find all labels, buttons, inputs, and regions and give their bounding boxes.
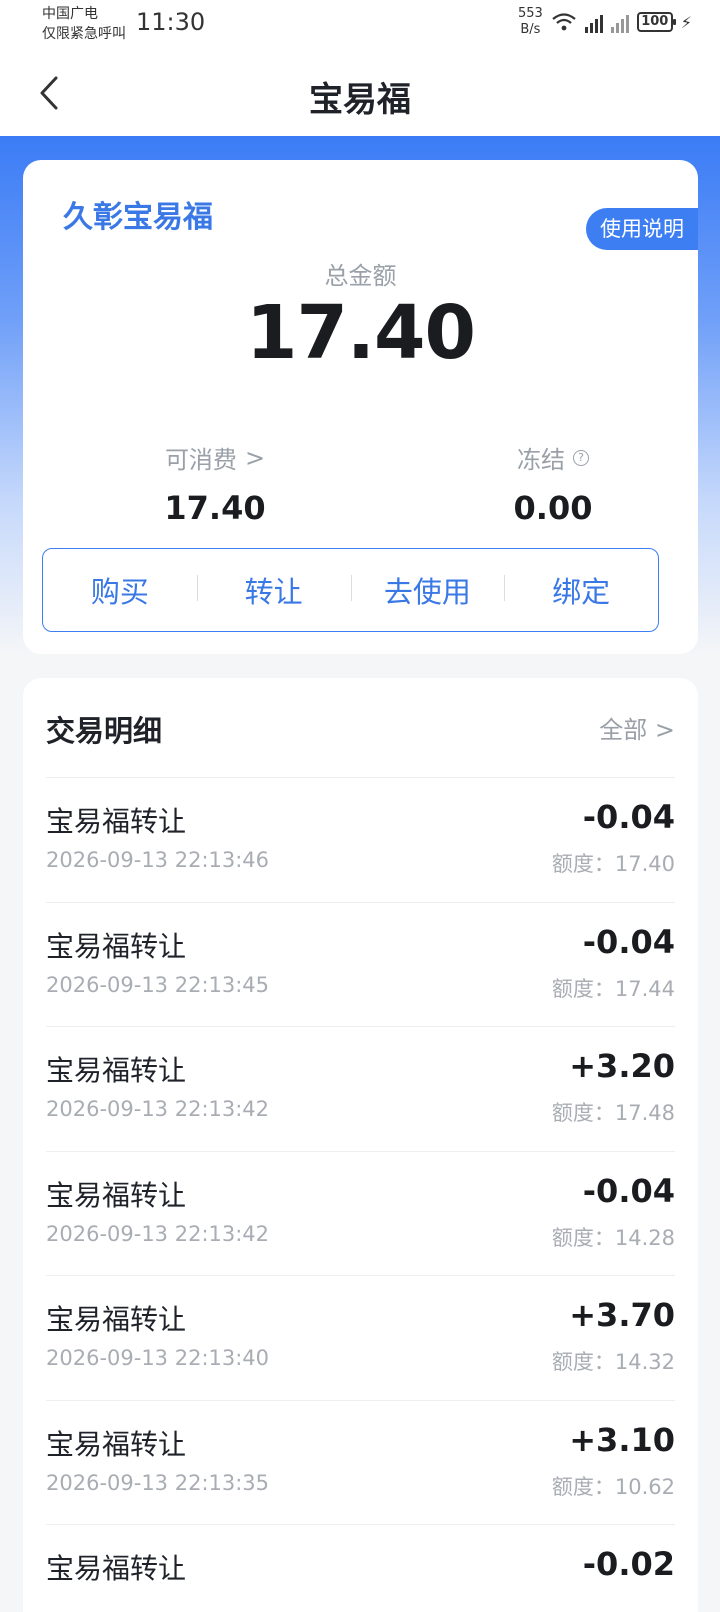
net-speed: 553 B/s <box>518 6 543 38</box>
transaction-time: 2026-09-13 22:13:46 <box>46 848 270 872</box>
transaction-amount: -0.02 <box>582 1545 675 1583</box>
transaction-amount: -0.04 <box>582 922 675 961</box>
balance-value: 10.62 <box>614 1474 675 1499</box>
balance-value: 14.28 <box>614 1225 675 1250</box>
transaction-balance: 额度：17.40 <box>552 848 675 878</box>
carrier-info: 中国广电 仅限紧急呼叫 <box>42 4 126 44</box>
balance-prefix: 额度： <box>551 976 615 1001</box>
transaction-row[interactable]: 宝易福转让 2026-09-13 22:13:35 +3.10 额度：10.62 <box>46 1401 675 1525</box>
signal-5g-icon <box>584 11 603 33</box>
carrier-name: 中国广电 <box>42 6 98 22</box>
transaction-amount: +3.70 <box>569 1296 675 1334</box>
balance-prefix: 额度： <box>551 852 615 876</box>
action-bar: 购买 转让 去使用 绑定 <box>42 548 659 632</box>
transaction-name: 宝易福转让 <box>46 1303 187 1336</box>
card-title: 久彰宝易福 <box>63 200 213 235</box>
chevron-right-icon: > <box>244 443 266 472</box>
transaction-time: 2026-09-13 22:13:42 <box>46 1221 270 1246</box>
balance-value: 17.48 <box>614 1101 675 1125</box>
frozen-value: 0.00 <box>513 489 593 527</box>
balance-value: 14.32 <box>614 1350 675 1374</box>
transfer-button[interactable]: 转让 <box>196 569 351 611</box>
transaction-balance: 额度：14.28 <box>552 1222 675 1252</box>
available-balance[interactable]: 可消费 > 17.40 <box>95 440 335 528</box>
balance-prefix: 额度： <box>551 1101 615 1125</box>
net-speed-unit: B/s <box>520 22 541 37</box>
transaction-row[interactable]: 宝易福转让 2026-09-13 22:13:46 -0.04 额度：17.40 <box>46 778 675 903</box>
balance-card: 久彰宝易福 使用说明 总金额 17.40 可消费 > 17.40 冻结 ? 0.… <box>23 160 698 654</box>
total-amount-label: 总金额 <box>324 262 397 290</box>
transaction-name: 宝易福转让 <box>46 1178 187 1212</box>
balance-prefix: 额度： <box>551 1225 615 1250</box>
battery-icon: 100 <box>636 12 676 32</box>
frozen-label: 冻结 <box>517 446 565 474</box>
transaction-row[interactable]: 宝易福转让 2026-09-13 22:13:42 -0.04 额度：14.28 <box>46 1152 675 1276</box>
buy-button[interactable]: 购买 <box>43 569 197 611</box>
usage-instructions-button[interactable]: 使用说明 <box>586 208 698 250</box>
view-all-link[interactable]: 全部 > <box>599 710 675 745</box>
transaction-row[interactable]: 宝易福转让 2026-09-13 22:13:42 +3.20 额度：17.48 <box>46 1027 675 1152</box>
transaction-amount: -0.04 <box>582 1171 675 1210</box>
transactions-list: 宝易福转让 2026-09-13 22:13:46 -0.04 额度：17.40 宝易福… <box>46 778 675 1612</box>
transaction-name: 宝易福转让 <box>46 805 187 838</box>
page-title: 宝易福 <box>309 80 411 120</box>
transaction-amount: +3.20 <box>569 1047 675 1085</box>
transaction-amount: -0.04 <box>582 798 675 836</box>
net-speed-value: 553 <box>517 6 543 21</box>
transaction-balance: 额度：10.62 <box>552 1471 675 1501</box>
frozen-balance: 冻结 ? 0.00 <box>433 440 673 527</box>
carrier-status: 仅限紧急呼叫 <box>42 26 126 42</box>
transaction-amount: +3.10 <box>569 1420 675 1459</box>
transactions-title: 交易明细 <box>46 714 163 748</box>
total-amount-value: 17.40 <box>245 290 476 376</box>
transaction-name: 宝易福转让 <box>46 929 187 963</box>
transaction-time: 2026-09-13 22:13:40 <box>46 1346 270 1370</box>
balance-prefix: 额度： <box>551 1350 615 1374</box>
transaction-row[interactable]: 宝易福转让 -0.02 <box>46 1525 675 1612</box>
status-bar: 中国广电 仅限紧急呼叫 11:30 553 B/s 100 ⚡ <box>0 0 720 50</box>
balance-value: 17.40 <box>614 852 675 876</box>
transaction-row[interactable]: 宝易福转让 2026-09-13 22:13:40 +3.70 额度：14.32 <box>46 1276 675 1401</box>
transaction-time: 2026-09-13 22:13:45 <box>46 972 270 997</box>
transaction-row[interactable]: 宝易福转让 2026-09-13 22:13:45 -0.04 额度：17.44 <box>46 903 675 1027</box>
transaction-time: 2026-09-13 22:13:42 <box>46 1097 270 1121</box>
signal-no-service-icon <box>610 11 629 33</box>
transaction-balance: 额度：17.44 <box>552 973 675 1003</box>
app-header: 宝易福 <box>0 50 720 136</box>
status-time: 11:30 <box>136 8 206 36</box>
transactions-header: 交易明细 全部 > <box>46 678 675 778</box>
transaction-time: 2026-09-13 22:13:35 <box>46 1470 270 1495</box>
help-question-icon[interactable]: ? <box>573 449 589 466</box>
transaction-balance: 额度：17.48 <box>552 1097 675 1127</box>
transaction-name: 宝易福转让 <box>46 1552 187 1585</box>
transaction-name: 宝易福转让 <box>46 1054 187 1087</box>
charging-icon: ⚡ <box>680 12 692 32</box>
transaction-balance: 额度：14.32 <box>552 1346 675 1376</box>
status-indicators: 553 B/s 100 ⚡ <box>518 6 692 38</box>
balance-value: 17.44 <box>614 976 675 1001</box>
available-label: 可消费 <box>164 446 237 474</box>
available-value: 17.40 <box>164 489 266 527</box>
use-button[interactable]: 去使用 <box>350 569 505 611</box>
bind-button[interactable]: 绑定 <box>504 569 658 611</box>
wifi-icon <box>552 13 576 31</box>
transaction-name: 宝易福转让 <box>46 1427 187 1461</box>
balance-prefix: 额度： <box>551 1474 615 1499</box>
transactions-card: 交易明细 全部 > 宝易福转让 2026-09-13 22:13:46 -0.04 额… <box>23 678 698 1612</box>
